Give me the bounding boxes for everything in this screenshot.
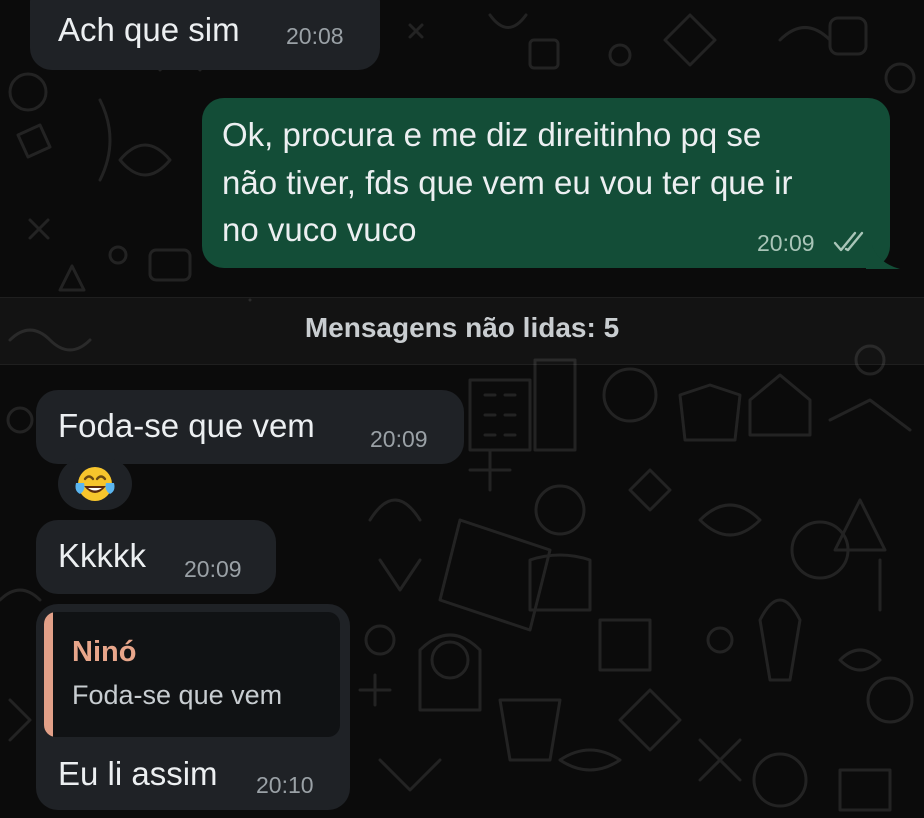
message-text-line: no vuco vuco xyxy=(222,211,417,248)
message-time: 20:08 xyxy=(286,23,344,49)
quoted-author: Ninó xyxy=(72,636,137,668)
double-check-icon xyxy=(833,231,864,252)
quote-accent-bar xyxy=(44,612,53,737)
message-text: Kkkkk xyxy=(58,537,147,574)
message-bubble-incoming[interactable]: Foda-se que vem 20:09 xyxy=(36,390,464,464)
bubble-tail xyxy=(866,245,900,269)
message-time: 20:09 xyxy=(370,426,428,452)
message-bubble-incoming[interactable]: Ach que sim 20:08 xyxy=(30,0,380,70)
message-text-line: Ok, procura e me diz direitinho pq se xyxy=(222,116,762,153)
message-time: 20:09 xyxy=(184,556,242,582)
chat-thread[interactable]: Ach que sim 20:08 Ok, procura e me diz d… xyxy=(0,0,924,818)
message-bubble-incoming[interactable]: Kkkkk 20:09 xyxy=(36,520,276,594)
quoted-message[interactable]: Ninó Foda-se que vem xyxy=(44,612,340,737)
message-text: Foda-se que vem xyxy=(58,407,315,444)
message-text: Ach que sim xyxy=(58,11,240,48)
message-time: 20:10 xyxy=(256,772,314,798)
message-bubble-outgoing[interactable]: Ok, procura e me diz direitinho pq se nã… xyxy=(202,98,890,268)
unread-count-label: Mensagens não lidas: 5 xyxy=(304,312,620,343)
message-time: 20:09 xyxy=(757,230,815,256)
message-text-line: não tiver, fds que vem eu vou ter que ir xyxy=(222,164,793,201)
message-text: Eu li assim xyxy=(58,755,218,792)
message-bubble-emoji[interactable] xyxy=(58,458,132,510)
tears-of-joy-emoji-icon xyxy=(75,467,115,501)
quoted-text: Foda-se que vem xyxy=(72,680,283,710)
